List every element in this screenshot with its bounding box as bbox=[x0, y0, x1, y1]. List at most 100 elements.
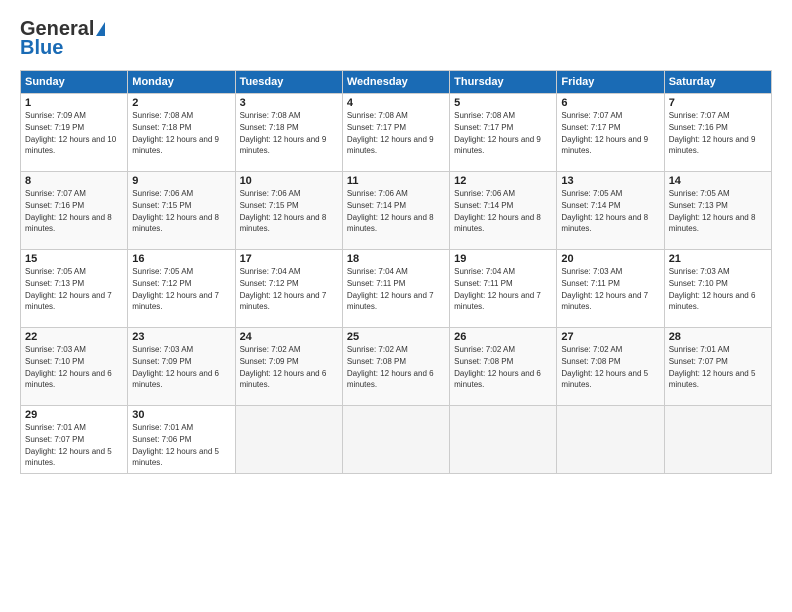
day-number: 22 bbox=[25, 331, 123, 343]
day-info: Sunrise: 7:06 AMSunset: 7:14 PMDaylight:… bbox=[454, 189, 541, 233]
day-cell: 13 Sunrise: 7:05 AMSunset: 7:14 PMDayligh… bbox=[557, 172, 664, 250]
page: General Blue SundayMondayTuesdayWednesda… bbox=[0, 0, 792, 612]
day-cell: 2 Sunrise: 7:08 AMSunset: 7:18 PMDaylight… bbox=[128, 94, 235, 172]
day-cell bbox=[450, 406, 557, 474]
day-cell: 9 Sunrise: 7:06 AMSunset: 7:15 PMDaylight… bbox=[128, 172, 235, 250]
day-info: Sunrise: 7:01 AMSunset: 7:07 PMDaylight:… bbox=[25, 423, 112, 467]
day-cell: 30 Sunrise: 7:01 AMSunset: 7:06 PMDayligh… bbox=[128, 406, 235, 474]
day-cell: 17 Sunrise: 7:04 AMSunset: 7:12 PMDayligh… bbox=[235, 250, 342, 328]
day-cell: 11Sunrise: 7:06 AMSunset: 7:14 PMDayligh… bbox=[342, 172, 449, 250]
day-number: 10 bbox=[240, 175, 338, 187]
day-info: Sunrise: 7:07 AMSunset: 7:16 PMDaylight:… bbox=[25, 189, 112, 233]
day-info: Sunrise: 7:08 AMSunset: 7:17 PMDaylight:… bbox=[454, 111, 541, 155]
day-info: Sunrise: 7:06 AMSunset: 7:14 PMDaylight:… bbox=[347, 189, 434, 233]
day-number: 14 bbox=[669, 175, 767, 187]
col-header-tuesday: Tuesday bbox=[235, 71, 342, 94]
day-cell: 28 Sunrise: 7:01 AMSunset: 7:07 PMDayligh… bbox=[664, 328, 771, 406]
day-info: Sunrise: 7:08 AMSunset: 7:18 PMDaylight:… bbox=[132, 111, 219, 155]
col-header-monday: Monday bbox=[128, 71, 235, 94]
day-cell: 26 Sunrise: 7:02 AMSunset: 7:08 PMDayligh… bbox=[450, 328, 557, 406]
day-cell bbox=[557, 406, 664, 474]
day-cell: 4 Sunrise: 7:08 AMSunset: 7:17 PMDaylight… bbox=[342, 94, 449, 172]
day-number: 5 bbox=[454, 97, 552, 109]
day-cell: 19 Sunrise: 7:04 AMSunset: 7:11 PMDayligh… bbox=[450, 250, 557, 328]
logo-blue: Blue bbox=[20, 37, 63, 60]
logo-triangle-icon bbox=[96, 22, 105, 36]
day-number: 4 bbox=[347, 97, 445, 109]
day-number: 17 bbox=[240, 253, 338, 265]
week-row-3: 15Sunrise: 7:05 AMSunset: 7:13 PMDayligh… bbox=[21, 250, 772, 328]
day-cell: 15Sunrise: 7:05 AMSunset: 7:13 PMDayligh… bbox=[21, 250, 128, 328]
day-info: Sunrise: 7:07 AMSunset: 7:16 PMDaylight:… bbox=[669, 111, 756, 155]
day-number: 21 bbox=[669, 253, 767, 265]
day-cell: 10 Sunrise: 7:06 AMSunset: 7:15 PMDayligh… bbox=[235, 172, 342, 250]
day-info: Sunrise: 7:06 AMSunset: 7:15 PMDaylight:… bbox=[240, 189, 327, 233]
day-cell: 23Sunrise: 7:03 AMSunset: 7:09 PMDayligh… bbox=[128, 328, 235, 406]
day-info: Sunrise: 7:05 AMSunset: 7:12 PMDaylight:… bbox=[132, 267, 219, 311]
day-cell: 29 Sunrise: 7:01 AMSunset: 7:07 PMDayligh… bbox=[21, 406, 128, 474]
day-info: Sunrise: 7:09 AMSunset: 7:19 PMDaylight:… bbox=[25, 111, 116, 155]
day-cell: 1Sunrise: 7:09 AMSunset: 7:19 PMDaylight… bbox=[21, 94, 128, 172]
day-number: 9 bbox=[132, 175, 230, 187]
day-number: 3 bbox=[240, 97, 338, 109]
day-info: Sunrise: 7:05 AMSunset: 7:13 PMDaylight:… bbox=[669, 189, 756, 233]
day-cell: 14 Sunrise: 7:05 AMSunset: 7:13 PMDayligh… bbox=[664, 172, 771, 250]
day-cell: 12Sunrise: 7:06 AMSunset: 7:14 PMDayligh… bbox=[450, 172, 557, 250]
day-number: 7 bbox=[669, 97, 767, 109]
day-info: Sunrise: 7:07 AMSunset: 7:17 PMDaylight:… bbox=[561, 111, 648, 155]
day-info: Sunrise: 7:03 AMSunset: 7:09 PMDaylight:… bbox=[132, 345, 219, 389]
day-cell: 6 Sunrise: 7:07 AMSunset: 7:17 PMDaylight… bbox=[557, 94, 664, 172]
day-info: Sunrise: 7:06 AMSunset: 7:15 PMDaylight:… bbox=[132, 189, 219, 233]
day-number: 25 bbox=[347, 331, 445, 343]
day-info: Sunrise: 7:04 AMSunset: 7:12 PMDaylight:… bbox=[240, 267, 327, 311]
day-info: Sunrise: 7:08 AMSunset: 7:17 PMDaylight:… bbox=[347, 111, 434, 155]
day-cell: 27Sunrise: 7:02 AMSunset: 7:08 PMDayligh… bbox=[557, 328, 664, 406]
day-cell: 3 Sunrise: 7:08 AMSunset: 7:18 PMDaylight… bbox=[235, 94, 342, 172]
day-cell bbox=[342, 406, 449, 474]
day-number: 26 bbox=[454, 331, 552, 343]
header: General Blue bbox=[20, 18, 772, 60]
day-info: Sunrise: 7:02 AMSunset: 7:08 PMDaylight:… bbox=[347, 345, 434, 389]
day-info: Sunrise: 7:02 AMSunset: 7:09 PMDaylight:… bbox=[240, 345, 327, 389]
day-number: 13 bbox=[561, 175, 659, 187]
week-row-4: 22 Sunrise: 7:03 AMSunset: 7:10 PMDayligh… bbox=[21, 328, 772, 406]
day-number: 2 bbox=[132, 97, 230, 109]
day-info: Sunrise: 7:02 AMSunset: 7:08 PMDaylight:… bbox=[454, 345, 541, 389]
day-info: Sunrise: 7:05 AMSunset: 7:14 PMDaylight:… bbox=[561, 189, 648, 233]
col-header-wednesday: Wednesday bbox=[342, 71, 449, 94]
day-number: 15 bbox=[25, 253, 123, 265]
day-number: 8 bbox=[25, 175, 123, 187]
day-info: Sunrise: 7:04 AMSunset: 7:11 PMDaylight:… bbox=[347, 267, 434, 311]
day-number: 24 bbox=[240, 331, 338, 343]
header-row: SundayMondayTuesdayWednesdayThursdayFrid… bbox=[21, 71, 772, 94]
day-number: 19 bbox=[454, 253, 552, 265]
day-cell: 25 Sunrise: 7:02 AMSunset: 7:08 PMDayligh… bbox=[342, 328, 449, 406]
day-number: 6 bbox=[561, 97, 659, 109]
day-info: Sunrise: 7:01 AMSunset: 7:07 PMDaylight:… bbox=[669, 345, 756, 389]
day-info: Sunrise: 7:02 AMSunset: 7:08 PMDaylight:… bbox=[561, 345, 648, 389]
logo: General Blue bbox=[20, 18, 105, 60]
day-number: 30 bbox=[132, 409, 230, 421]
day-info: Sunrise: 7:01 AMSunset: 7:06 PMDaylight:… bbox=[132, 423, 219, 467]
day-cell: 18 Sunrise: 7:04 AMSunset: 7:11 PMDayligh… bbox=[342, 250, 449, 328]
day-cell: 21Sunrise: 7:03 AMSunset: 7:10 PMDayligh… bbox=[664, 250, 771, 328]
col-header-saturday: Saturday bbox=[664, 71, 771, 94]
calendar-table: SundayMondayTuesdayWednesdayThursdayFrid… bbox=[20, 70, 772, 474]
day-info: Sunrise: 7:04 AMSunset: 7:11 PMDaylight:… bbox=[454, 267, 541, 311]
day-info: Sunrise: 7:03 AMSunset: 7:10 PMDaylight:… bbox=[25, 345, 112, 389]
day-info: Sunrise: 7:08 AMSunset: 7:18 PMDaylight:… bbox=[240, 111, 327, 155]
day-cell: 5 Sunrise: 7:08 AMSunset: 7:17 PMDaylight… bbox=[450, 94, 557, 172]
day-number: 29 bbox=[25, 409, 123, 421]
day-number: 28 bbox=[669, 331, 767, 343]
day-cell: 24 Sunrise: 7:02 AMSunset: 7:09 PMDayligh… bbox=[235, 328, 342, 406]
day-cell bbox=[235, 406, 342, 474]
day-cell: 22 Sunrise: 7:03 AMSunset: 7:10 PMDayligh… bbox=[21, 328, 128, 406]
week-row-2: 8 Sunrise: 7:07 AMSunset: 7:16 PMDaylight… bbox=[21, 172, 772, 250]
day-cell: 20Sunrise: 7:03 AMSunset: 7:11 PMDayligh… bbox=[557, 250, 664, 328]
col-header-sunday: Sunday bbox=[21, 71, 128, 94]
col-header-friday: Friday bbox=[557, 71, 664, 94]
day-number: 18 bbox=[347, 253, 445, 265]
day-cell: 7 Sunrise: 7:07 AMSunset: 7:16 PMDaylight… bbox=[664, 94, 771, 172]
week-row-1: 1Sunrise: 7:09 AMSunset: 7:19 PMDaylight… bbox=[21, 94, 772, 172]
day-number: 20 bbox=[561, 253, 659, 265]
